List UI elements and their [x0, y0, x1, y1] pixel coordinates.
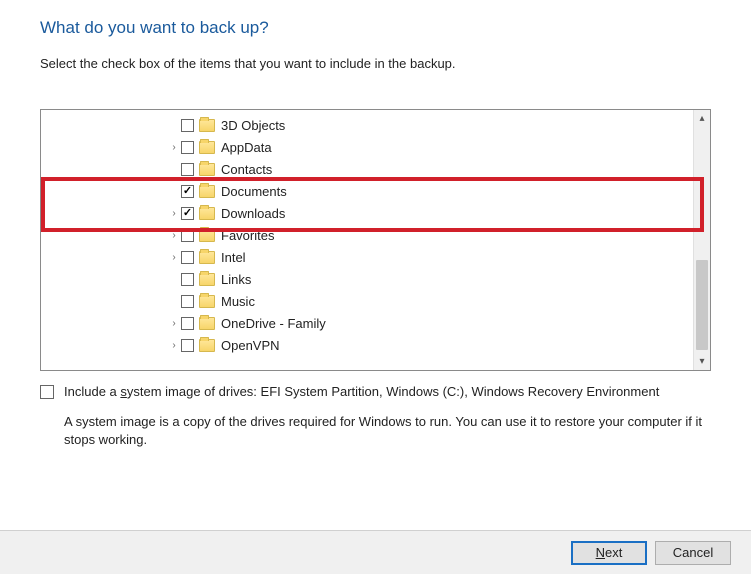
tree-item-label: Music — [221, 294, 255, 309]
folder-icon — [199, 339, 215, 352]
system-image-checkbox[interactable] — [40, 385, 54, 399]
scroll-thumb[interactable] — [696, 260, 708, 350]
tree-checkbox[interactable] — [181, 207, 194, 220]
folder-icon — [199, 141, 215, 154]
expand-chevron-icon[interactable]: › — [167, 142, 181, 153]
tree-row[interactable]: Documents — [41, 180, 710, 202]
tree-item-label: 3D Objects — [221, 118, 285, 133]
folder-icon — [199, 163, 215, 176]
button-bar: Next Cancel — [0, 530, 751, 574]
scroll-up-icon[interactable]: ▴ — [694, 110, 710, 127]
tree-row[interactable]: Contacts — [41, 158, 710, 180]
expand-chevron-icon[interactable]: › — [167, 318, 181, 329]
tree-row[interactable]: › OpenVPN — [41, 334, 710, 356]
tree-row[interactable]: Links — [41, 268, 710, 290]
tree-checkbox[interactable] — [181, 317, 194, 330]
tree-row[interactable]: › Downloads — [41, 202, 710, 224]
system-image-label: Include a system image of drives: EFI Sy… — [64, 383, 711, 450]
folder-icon — [199, 207, 215, 220]
cancel-button[interactable]: Cancel — [655, 541, 731, 565]
tree-item-label: Favorites — [221, 228, 274, 243]
tree-checkbox[interactable] — [181, 273, 194, 286]
tree-row[interactable]: › Intel — [41, 246, 710, 268]
tree-item-label: OpenVPN — [221, 338, 280, 353]
tree-row[interactable]: › Favorites — [41, 224, 710, 246]
tree-item-label: AppData — [221, 140, 272, 155]
tree-checkbox[interactable] — [181, 251, 194, 264]
folder-icon — [199, 317, 215, 330]
tree-checkbox[interactable] — [181, 229, 194, 242]
tree-item-label: Links — [221, 272, 251, 287]
tree-checkbox[interactable] — [181, 119, 194, 132]
folder-icon — [199, 185, 215, 198]
tree-row[interactable]: › AppData — [41, 136, 710, 158]
tree-item-label: Downloads — [221, 206, 285, 221]
tree-row[interactable]: 3D Objects — [41, 114, 710, 136]
next-button[interactable]: Next — [571, 541, 647, 565]
tree-item-label: Contacts — [221, 162, 272, 177]
tree-row[interactable]: Music — [41, 290, 710, 312]
page-subtitle: Select the check box of the items that y… — [40, 56, 711, 71]
folder-icon — [199, 295, 215, 308]
folder-tree[interactable]: 3D Objects › AppData Contacts Documents › Down… — [40, 109, 711, 371]
scrollbar[interactable]: ▴ ▾ — [693, 110, 710, 370]
tree-item-label: OneDrive - Family — [221, 316, 326, 331]
tree-item-label: Documents — [221, 184, 287, 199]
tree-row[interactable]: › OneDrive - Family — [41, 312, 710, 334]
expand-chevron-icon[interactable]: › — [167, 230, 181, 241]
tree-checkbox[interactable] — [181, 339, 194, 352]
page-title: What do you want to back up? — [40, 18, 711, 38]
expand-chevron-icon[interactable]: › — [167, 340, 181, 351]
expand-chevron-icon[interactable]: › — [167, 208, 181, 219]
system-image-option[interactable]: Include a system image of drives: EFI Sy… — [40, 381, 711, 450]
tree-checkbox[interactable] — [181, 295, 194, 308]
folder-icon — [199, 229, 215, 242]
tree-checkbox[interactable] — [181, 141, 194, 154]
tree-checkbox[interactable] — [181, 163, 194, 176]
tree-checkbox[interactable] — [181, 185, 194, 198]
tree-item-label: Intel — [221, 250, 246, 265]
scroll-down-icon[interactable]: ▾ — [694, 353, 710, 370]
folder-icon — [199, 119, 215, 132]
expand-chevron-icon[interactable]: › — [167, 252, 181, 263]
folder-icon — [199, 251, 215, 264]
folder-icon — [199, 273, 215, 286]
